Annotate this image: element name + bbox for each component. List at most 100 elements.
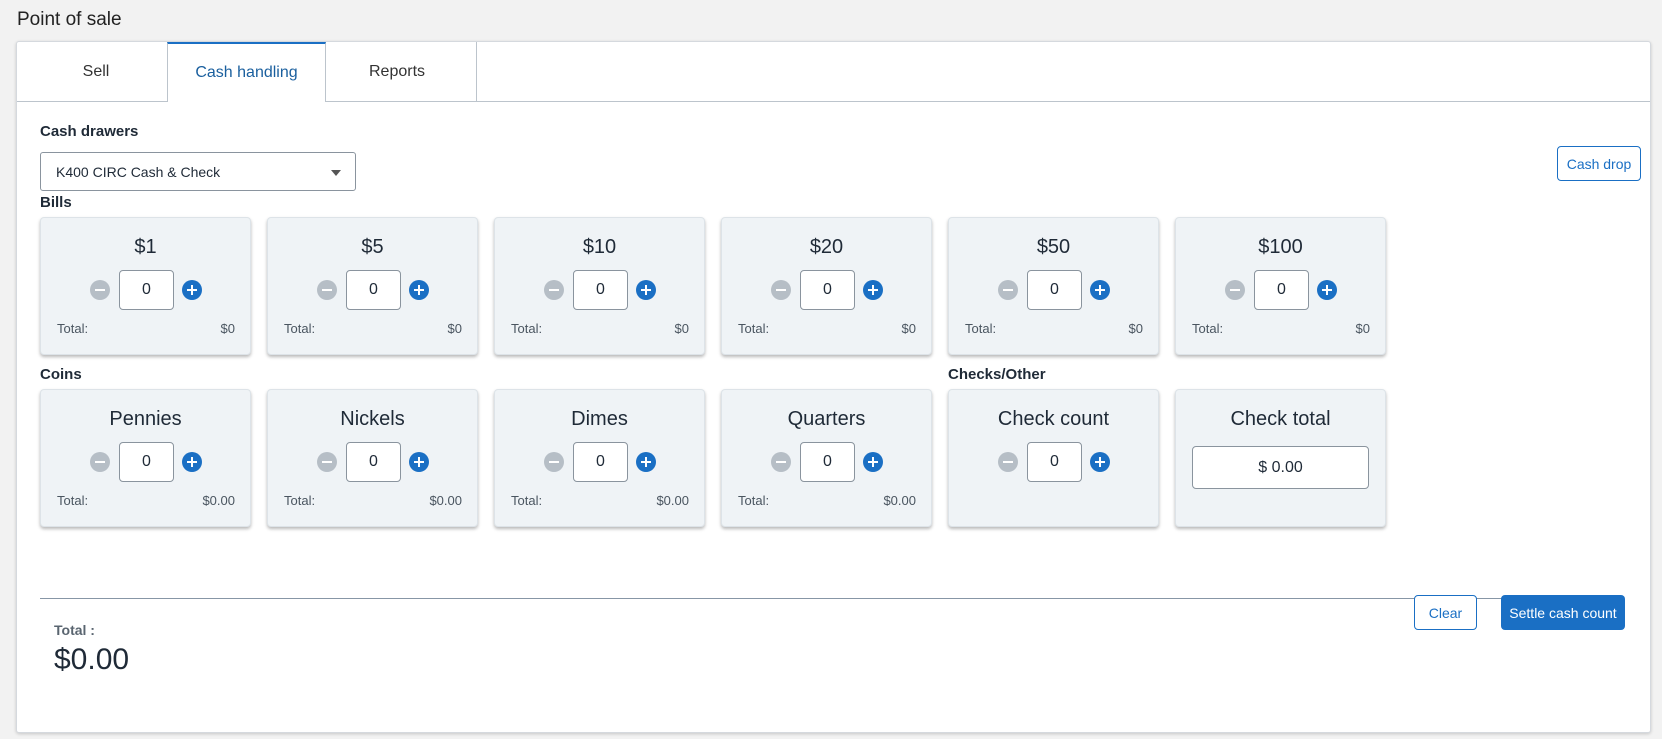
- total-label: Total:: [738, 321, 770, 336]
- total-label: Total:: [511, 493, 543, 508]
- pos-panel: Sell Cash handling Reports Cash drawers …: [16, 41, 1651, 733]
- quantity-input[interactable]: [346, 270, 401, 310]
- coin-card-quarters: Quarters Total: $0.00: [721, 389, 932, 527]
- quantity-input[interactable]: [119, 442, 174, 482]
- minus-icon[interactable]: [998, 452, 1018, 472]
- total-value: $0.00: [883, 493, 916, 508]
- total-label: Total:: [57, 321, 89, 336]
- plus-icon[interactable]: [409, 452, 429, 472]
- quantity-stepper: [41, 442, 250, 482]
- coin-card-pennies: Pennies Total: $0.00: [40, 389, 251, 527]
- minus-icon[interactable]: [544, 280, 564, 300]
- total-value: $0: [1355, 321, 1370, 336]
- denomination-title: $50: [1036, 236, 1071, 258]
- denomination-title: Quarters: [787, 408, 866, 430]
- check-count-card: Check count: [948, 389, 1159, 527]
- denomination-title: $20: [809, 236, 844, 258]
- minus-icon[interactable]: [90, 452, 110, 472]
- check-total-input[interactable]: [1192, 446, 1369, 489]
- total-value: $0: [1128, 321, 1143, 336]
- total-value: $0: [220, 321, 235, 336]
- chevron-down-icon: [331, 170, 341, 176]
- plus-icon[interactable]: [1090, 280, 1110, 300]
- plus-icon[interactable]: [1317, 280, 1337, 300]
- quantity-input[interactable]: [119, 270, 174, 310]
- grand-total-value: $0.00: [54, 643, 130, 676]
- bill-card-1: $1 Total: $0: [40, 217, 251, 355]
- coins-label: Coins: [40, 366, 82, 383]
- minus-icon[interactable]: [771, 280, 791, 300]
- denomination-title: Nickels: [340, 408, 405, 430]
- denomination-title: $5: [361, 236, 384, 258]
- denomination-title: Pennies: [109, 408, 182, 430]
- tab-cash-handling[interactable]: Cash handling: [167, 42, 326, 102]
- plus-icon[interactable]: [636, 280, 656, 300]
- tab-sell[interactable]: Sell: [17, 42, 176, 101]
- cash-drop-button[interactable]: Cash drop: [1557, 146, 1641, 181]
- bill-card-10: $10 Total: $0: [494, 217, 705, 355]
- denomination-title: $1: [134, 236, 157, 258]
- total-label: Total:: [1192, 321, 1224, 336]
- total-label: Total:: [511, 321, 543, 336]
- check-total-card: Check total: [1175, 389, 1386, 527]
- plus-icon[interactable]: [1090, 452, 1110, 472]
- quantity-input[interactable]: [573, 270, 628, 310]
- bills-label: Bills: [40, 194, 72, 211]
- bill-card-5: $5 Total: $0: [267, 217, 478, 355]
- plus-icon[interactable]: [636, 452, 656, 472]
- quantity-stepper: [495, 442, 704, 482]
- divider: [40, 598, 1623, 599]
- total-label: Total:: [965, 321, 997, 336]
- quantity-stepper: [949, 442, 1158, 482]
- bill-card-20: $20 Total: $0: [721, 217, 932, 355]
- quantity-input[interactable]: [800, 442, 855, 482]
- plus-icon[interactable]: [863, 452, 883, 472]
- tab-reports[interactable]: Reports: [318, 42, 477, 101]
- minus-icon[interactable]: [317, 452, 337, 472]
- plus-icon[interactable]: [863, 280, 883, 300]
- settle-cash-count-button[interactable]: Settle cash count: [1501, 595, 1625, 630]
- minus-icon[interactable]: [1225, 280, 1245, 300]
- minus-icon[interactable]: [771, 452, 791, 472]
- quantity-stepper: [722, 270, 931, 310]
- minus-icon[interactable]: [90, 280, 110, 300]
- total-label: Total:: [738, 493, 770, 508]
- minus-icon[interactable]: [998, 280, 1018, 300]
- plus-icon[interactable]: [409, 280, 429, 300]
- cash-drawer-select[interactable]: K400 CIRC Cash & Check: [40, 152, 356, 191]
- check-count-title: Check count: [997, 408, 1110, 430]
- check-count-input[interactable]: [1027, 442, 1082, 482]
- total-value: $0.00: [429, 493, 462, 508]
- quantity-stepper: [949, 270, 1158, 310]
- quantity-input[interactable]: [573, 442, 628, 482]
- coin-card-dimes: Dimes Total: $0.00: [494, 389, 705, 527]
- quantity-input[interactable]: [1027, 270, 1082, 310]
- denomination-title: $100: [1258, 236, 1303, 258]
- clear-button[interactable]: Clear: [1414, 595, 1477, 630]
- tab-bar: Sell Cash handling Reports: [17, 42, 1650, 102]
- total-label: Total:: [284, 493, 316, 508]
- coin-card-nickels: Nickels Total: $0.00: [267, 389, 478, 527]
- minus-icon[interactable]: [544, 452, 564, 472]
- denomination-title: $10: [582, 236, 617, 258]
- minus-icon[interactable]: [317, 280, 337, 300]
- page-title: Point of sale: [17, 9, 122, 30]
- cash-drawer-selected: K400 CIRC Cash & Check: [56, 163, 221, 180]
- quantity-stepper: [268, 270, 477, 310]
- plus-icon[interactable]: [182, 452, 202, 472]
- cash-drawers-label: Cash drawers: [40, 123, 139, 140]
- quantity-stepper: [268, 442, 477, 482]
- quantity-stepper: [495, 270, 704, 310]
- quantity-input[interactable]: [1254, 270, 1309, 310]
- check-total-title: Check total: [1230, 408, 1331, 430]
- total-value: $0: [901, 321, 916, 336]
- total-label: Total:: [57, 493, 89, 508]
- total-label: Total:: [284, 321, 316, 336]
- total-value: $0: [447, 321, 462, 336]
- quantity-input[interactable]: [800, 270, 855, 310]
- denomination-title: Dimes: [571, 408, 628, 430]
- quantity-input[interactable]: [346, 442, 401, 482]
- grand-total-label: Total :: [54, 622, 95, 638]
- plus-icon[interactable]: [182, 280, 202, 300]
- quantity-stepper: [41, 270, 250, 310]
